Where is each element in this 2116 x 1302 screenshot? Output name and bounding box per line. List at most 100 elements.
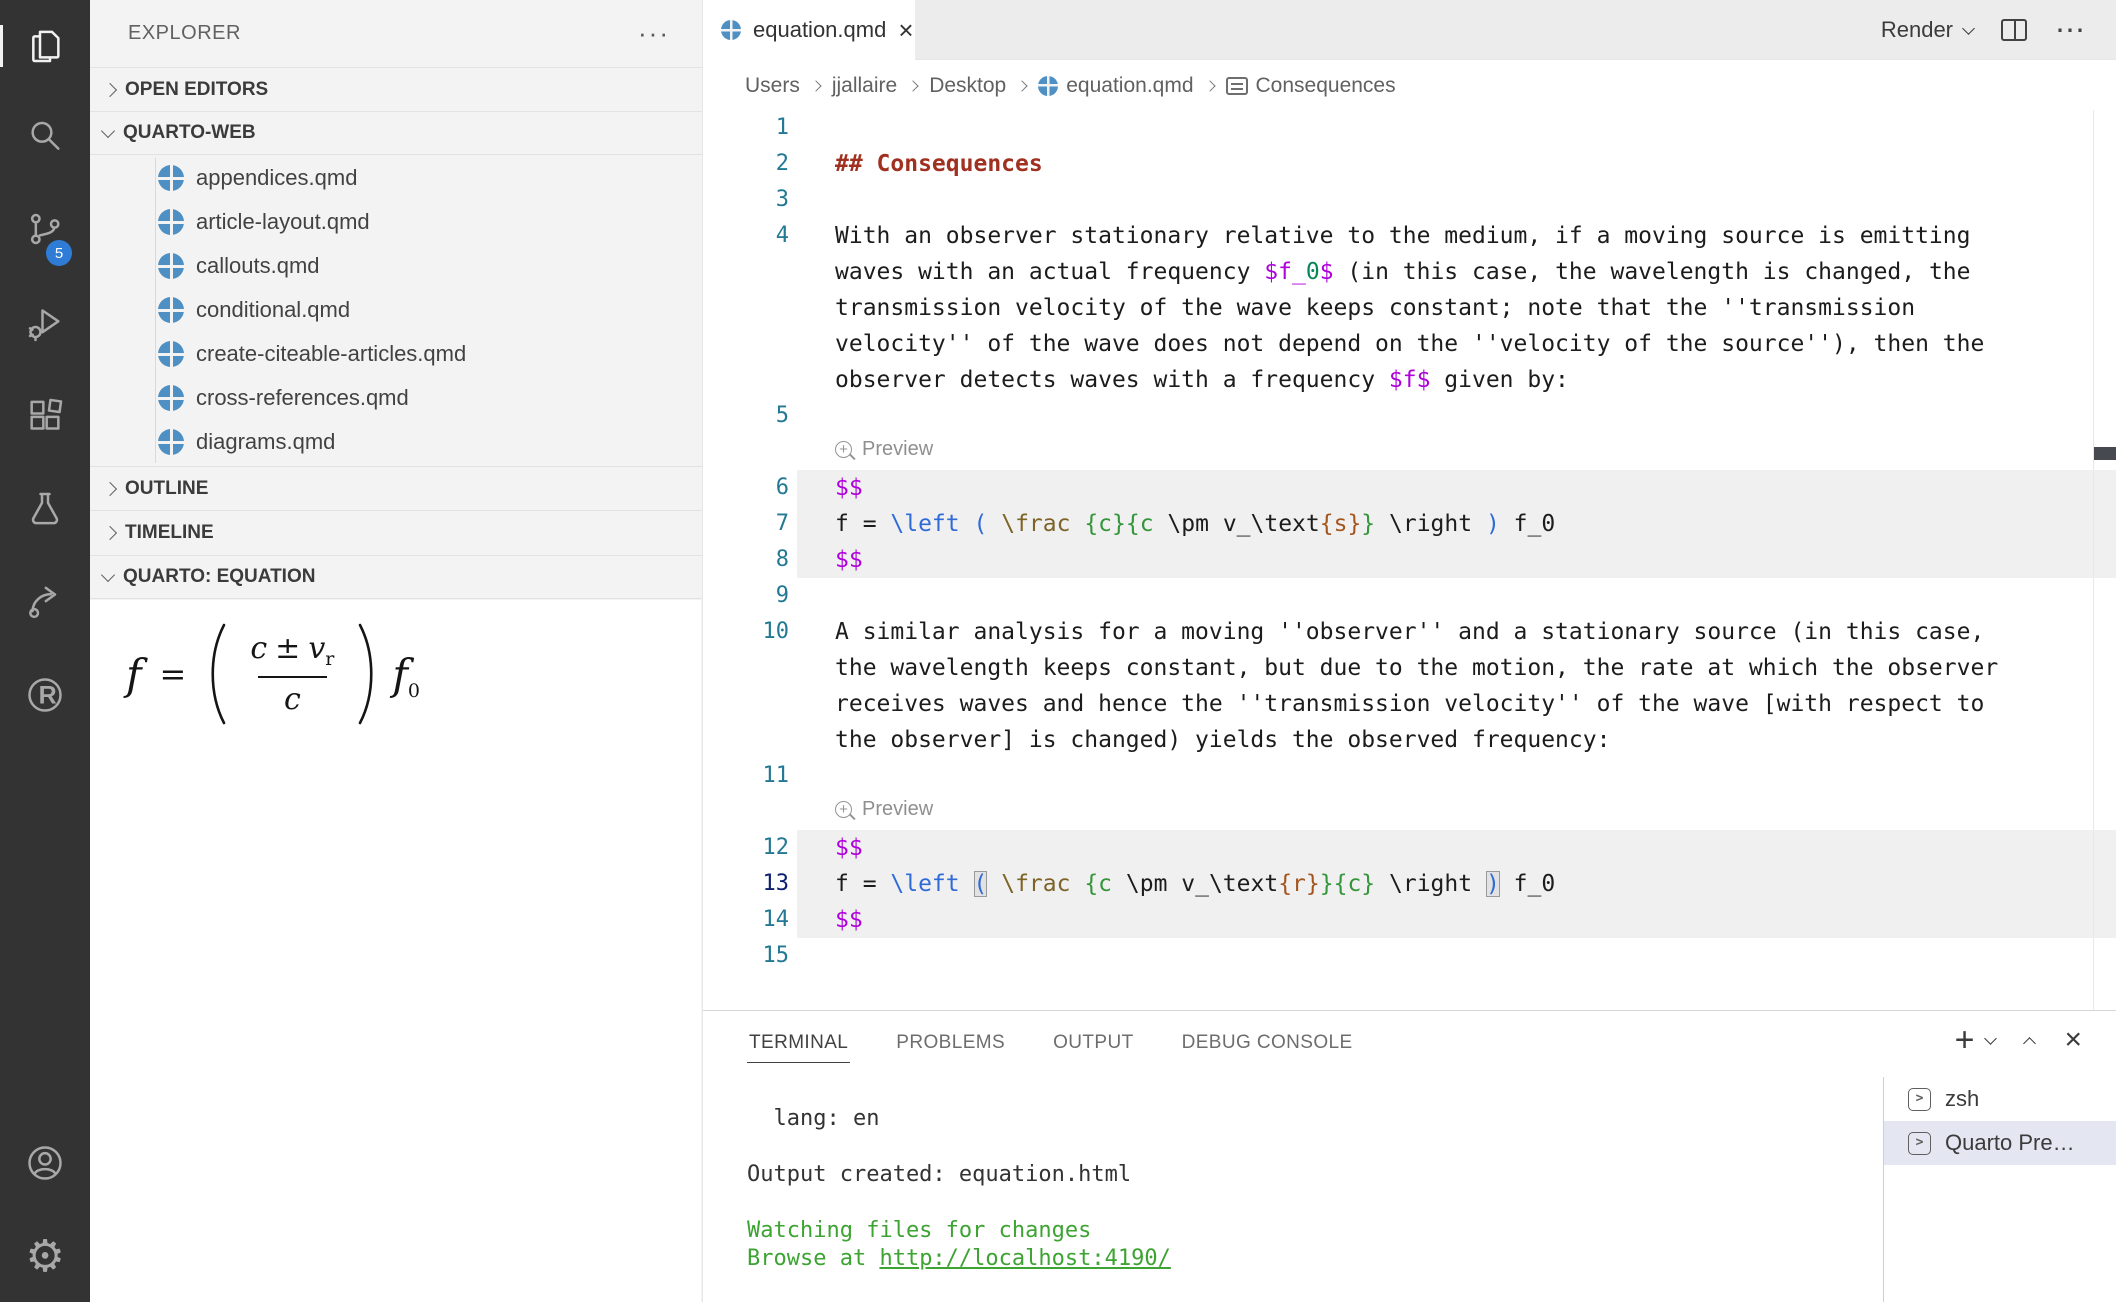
editor-line[interactable]: transmission velocity of the wave keeps … <box>703 290 2116 326</box>
breadcrumb-separator-icon <box>1204 80 1215 91</box>
split-editor-icon[interactable] <box>2001 19 2027 41</box>
session-label: Quarto Pre… <box>1945 1130 2075 1156</box>
maximize-panel-icon[interactable] <box>2024 1037 2037 1050</box>
section-open-editors[interactable]: OPEN EDITORS <box>90 67 702 111</box>
preview-codelens[interactable]: Preview <box>835 438 933 461</box>
editor-line[interactable]: 1 <box>703 110 2116 146</box>
editor-more-actions-icon[interactable]: ⋯ <box>2055 23 2086 38</box>
line-number: 15 <box>703 938 789 974</box>
editor-line[interactable]: 14$$ <box>703 902 2116 938</box>
terminal-session-item[interactable]: >zsh <box>1884 1077 2116 1121</box>
editor-line[interactable]: observer detects waves with a frequency … <box>703 362 2116 398</box>
breadcrumb-item[interactable]: Consequences <box>1226 74 1396 98</box>
editor-line[interactable]: 7f = \left ( \frac {c}{c \pm v_\text{s}}… <box>703 506 2116 542</box>
equation-lhs: f <box>126 650 142 699</box>
panel-tab-problems[interactable]: PROBLEMS <box>894 1024 1007 1062</box>
render-button[interactable]: Render <box>1881 17 1973 43</box>
equation-f0: f0 <box>392 650 420 699</box>
tab-close-icon[interactable]: × <box>898 17 913 43</box>
breadcrumb-item[interactable]: Users <box>745 74 800 98</box>
editor-line[interactable]: receives waves and hence the ''transmiss… <box>703 686 2116 722</box>
source-control-icon[interactable] <box>0 206 90 252</box>
editor-content[interactable]: 12## Consequences34With an observer stat… <box>703 110 2116 1010</box>
section-quarto-equation[interactable]: QUARTO: EQUATION <box>90 555 702 599</box>
panel-tab-output[interactable]: OUTPUT <box>1051 1024 1136 1062</box>
quarto-file-icon <box>158 341 184 367</box>
editor-line[interactable]: the wavelength keeps constant, but due t… <box>703 650 2116 686</box>
run-debug-icon[interactable] <box>0 300 90 346</box>
line-number: 8 <box>703 542 789 578</box>
line-number: 14 <box>703 902 789 938</box>
editor-line[interactable]: 4With an observer stationary relative to… <box>703 218 2116 254</box>
line-number: 7 <box>703 506 789 542</box>
file-label: callouts.qmd <box>196 253 320 279</box>
section-outline[interactable]: OUTLINE <box>90 466 702 510</box>
editor-line[interactable]: 12$$ <box>703 830 2116 866</box>
panel-tab-debug-console[interactable]: DEBUG CONSOLE <box>1180 1024 1355 1062</box>
breadcrumb-item[interactable]: equation.qmd <box>1038 74 1193 98</box>
account-icon[interactable] <box>0 1140 90 1186</box>
section-symbol-icon <box>1226 77 1248 95</box>
terminal-output-line: Watching files for changes <box>747 1217 1171 1245</box>
publish-icon[interactable] <box>0 579 90 625</box>
file-label: cross-references.qmd <box>196 385 409 411</box>
sidebar-file-item[interactable]: conditional.qmd <box>90 288 702 332</box>
editor-line[interactable]: 6$$ <box>703 470 2116 506</box>
tab-equation-qmd[interactable]: equation.qmd × <box>703 0 915 60</box>
section-label: TIMELINE <box>125 522 214 544</box>
quarto-equation-preview: f = c ± vr c f0 <box>90 600 701 1302</box>
bottom-panel: TERMINALPROBLEMSOUTPUTDEBUG CONSOLE + × … <box>703 1010 2116 1302</box>
sidebar-file-item[interactable]: create-citeable-articles.qmd <box>90 332 702 376</box>
r-language-icon[interactable]: R <box>0 672 90 718</box>
terminal-dropdown-icon[interactable] <box>1985 1032 1998 1045</box>
line-number: 12 <box>703 830 789 866</box>
sidebar-file-item[interactable]: diagrams.qmd <box>90 420 702 464</box>
sidebar-file-item[interactable]: callouts.qmd <box>90 244 702 288</box>
line-number: 1 <box>703 110 789 146</box>
terminal-icon: > <box>1908 1088 1931 1111</box>
extensions-icon[interactable] <box>0 393 90 439</box>
testing-icon[interactable] <box>0 486 90 532</box>
numerator-v: vr <box>308 631 334 670</box>
editor-line[interactable]: 5 <box>703 398 2116 434</box>
terminal-output[interactable]: lang: en Output created: equation.html W… <box>747 1105 1171 1273</box>
localhost-link[interactable]: http://localhost:4190/ <box>879 1246 1170 1271</box>
sidebar-file-item[interactable]: article-layout.qmd <box>90 200 702 244</box>
settings-gear-icon[interactable]: ⚙ <box>0 1234 90 1280</box>
preview-codelens[interactable]: Preview <box>835 798 933 821</box>
editor-line[interactable]: the observer] is changed) yields the obs… <box>703 722 2116 758</box>
editor-line[interactable]: 8$$ <box>703 542 2116 578</box>
sidebar-file-item[interactable]: cross-references.qmd <box>90 376 702 420</box>
breadcrumb-item[interactable]: jjallaire <box>832 74 897 98</box>
quarto-file-icon <box>1038 76 1058 96</box>
explorer-more-actions-icon[interactable]: ··· <box>638 18 670 49</box>
panel-tabs: TERMINAL PROBLEMS OUTPUT DEBUG CONSOLE <box>747 1011 1355 1075</box>
editor-line[interactable]: 3 <box>703 182 2116 218</box>
close-panel-icon[interactable]: × <box>2064 1025 2082 1055</box>
sidebar-file-item[interactable]: appendices.qmd <box>90 156 702 200</box>
panel-tab-terminal[interactable]: TERMINAL <box>747 1024 850 1063</box>
editor-line[interactable]: 13f = \left ( \frac {c \pm v_\text{r}}{c… <box>703 866 2116 902</box>
editor-line[interactable]: 10A similar analysis for a moving ''obse… <box>703 614 2116 650</box>
section-timeline[interactable]: TIMELINE <box>90 510 702 554</box>
editor-line[interactable]: 11 <box>703 758 2116 794</box>
chevron-down-icon <box>1962 22 1975 35</box>
section-folder-root[interactable]: QUARTO-WEB <box>90 111 702 155</box>
file-label: conditional.qmd <box>196 297 350 323</box>
plus-minus: ± <box>275 631 300 666</box>
editor-line[interactable]: 2## Consequences <box>703 146 2116 182</box>
editor-line[interactable]: 15 <box>703 938 2116 974</box>
breadcrumb-item[interactable]: Desktop <box>929 74 1006 98</box>
terminal-session-item[interactable]: >Quarto Pre… <box>1884 1121 2116 1165</box>
new-terminal-icon[interactable]: + <box>1955 1023 1975 1057</box>
quarto-file-icon <box>158 209 184 235</box>
terminal-output-line <box>747 1189 1171 1217</box>
quarto-file-icon <box>158 429 184 455</box>
search-icon[interactable] <box>0 113 90 159</box>
explorer-icon[interactable] <box>0 23 90 69</box>
file-tree: appendices.qmdarticle-layout.qmd callouts… <box>90 156 702 465</box>
editor-line[interactable]: velocity'' of the wave does not depend o… <box>703 326 2116 362</box>
editor-line[interactable]: waves with an actual frequency $f_0$ (in… <box>703 254 2116 290</box>
editor-line[interactable]: 9 <box>703 578 2116 614</box>
quarto-file-icon <box>721 20 741 40</box>
